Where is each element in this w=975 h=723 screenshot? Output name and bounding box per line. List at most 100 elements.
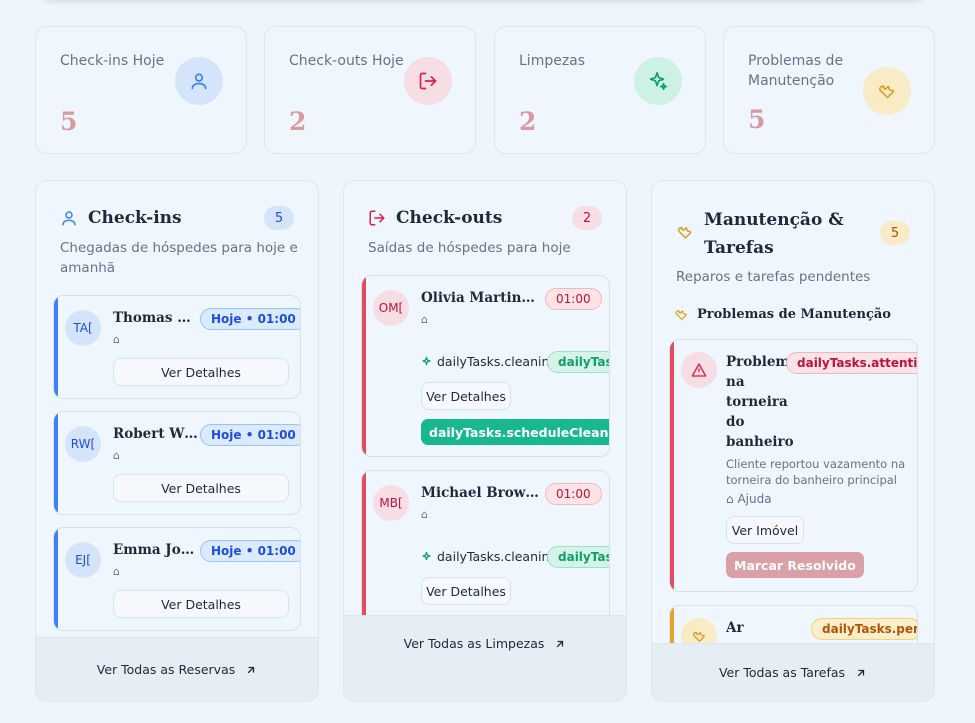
stat-card-cleanings: Limpezas 2: [494, 26, 706, 154]
footer-link-label: Ver Todas as Tarefas: [718, 665, 846, 680]
stat-label: Check-ins Hoje: [60, 53, 165, 69]
stat-label: Problemas de Manutenção: [748, 53, 844, 89]
panel-subtitle: Reparos e tarefas pendentes: [676, 269, 871, 285]
schedule-cleaning-button[interactable]: dailyTasks.scheduleClean: [421, 419, 609, 445]
home-icon: ⌂: [113, 565, 120, 578]
issue-title: Ar: [726, 620, 744, 636]
panel-header: Manutenção & Tarefas: [676, 206, 844, 262]
stat-card-maintenance: Problemas de Manutenção 5: [723, 26, 935, 154]
wrench-icon: [674, 307, 689, 322]
task-status-badge: dailyTask: [547, 546, 609, 568]
stat-value: 5: [748, 105, 766, 134]
arrow-up-right-icon: [554, 638, 566, 650]
home-icon: ⌂: [421, 313, 428, 326]
cleaning-task: dailyTasks.cleaning: [421, 549, 557, 564]
view-details-button[interactable]: Ver Detalhes: [421, 577, 511, 605]
task-status-badge: dailyTask: [547, 351, 609, 373]
alert-triangle-icon: [681, 352, 717, 388]
count-badge: 5: [264, 206, 294, 230]
time-badge: 01:00: [545, 483, 602, 505]
task-label: dailyTasks.cleaning: [437, 354, 558, 369]
panel-header: Check-ins: [60, 208, 182, 228]
issue-description: Cliente reportou vazamento na torneira d…: [726, 457, 906, 487]
view-all-cleanings-link[interactable]: Ver Todas as Limpezas: [344, 615, 626, 701]
panel-subtitle: Saídas de hóspedes para hoje: [368, 240, 571, 256]
panel-title-line: Tarefas: [704, 238, 774, 258]
footer-link-label: Ver Todas as Limpezas: [403, 636, 545, 651]
pending-badge: dailyTasks.pendi: [811, 618, 917, 640]
sparkles-icon: [421, 551, 433, 563]
count-badge: 2: [572, 206, 602, 230]
issue-title-line: na: [726, 374, 745, 390]
section-header: Problemas de Manutenção: [674, 307, 891, 322]
guest-name: Olivia Martinez [...: [421, 290, 543, 306]
panel-title: Manutenção & Tarefas: [704, 206, 844, 262]
arrow-up-right-icon: [245, 664, 257, 676]
panel-subtitle: Chegadas de hóspedes para hoje e amanhã: [60, 240, 298, 276]
view-all-tasks-link[interactable]: Ver Todas as Tarefas: [652, 643, 934, 701]
user-icon: [175, 57, 223, 105]
checkins-panel: Check-ins 5 Chegadas de hóspedes para ho…: [35, 180, 319, 702]
maintenance-issue-card[interactable]: Problema na torneira do banheiro dailyTa…: [669, 339, 918, 592]
arrow-up-right-icon: [855, 667, 867, 679]
checkin-card[interactable]: TA[ Thomas An... Hoje • 01:00 ⌂ Ver Deta…: [53, 295, 301, 399]
property-name: Ajuda: [737, 492, 772, 506]
sparkles-icon: [421, 356, 433, 368]
checkin-card[interactable]: EJ[ Emma John... Hoje • 01:00 ⌂ Ver Deta…: [53, 527, 301, 631]
arrival-badge: Hoje • 01:00: [200, 424, 300, 446]
stat-value: 2: [289, 107, 307, 136]
checkin-card[interactable]: RW[ Robert Wils... Hoje • 01:00 ⌂ Ver De…: [53, 411, 301, 515]
checkout-card[interactable]: MB[ Michael Brown [... 01:00 ⌂ dailyTask…: [361, 470, 610, 630]
stat-value: 5: [60, 107, 78, 136]
avatar: RW[: [65, 426, 101, 462]
footer-link-label: Ver Todas as Reservas: [96, 662, 236, 677]
view-details-button[interactable]: Ver Detalhes: [113, 474, 289, 502]
avatar: OM[: [373, 290, 409, 326]
cleaning-task: dailyTasks.cleaning: [421, 354, 557, 369]
home-icon: ⌂: [421, 508, 428, 521]
stat-card-checkins: Check-ins Hoje 5: [35, 26, 247, 154]
panel-header: Check-outs: [368, 208, 502, 228]
view-details-button[interactable]: Ver Detalhes: [421, 382, 511, 410]
avatar: MB[: [373, 485, 409, 521]
arrival-badge: Hoje • 01:00: [200, 540, 300, 562]
user-icon: [60, 209, 78, 227]
home-icon: ⌂: [113, 333, 120, 346]
stat-label: Check-outs Hoje: [289, 53, 404, 69]
logout-icon: [404, 57, 452, 105]
property-info: ⌂ Ajuda: [726, 492, 772, 506]
section-title: Problemas de Manutenção: [697, 307, 891, 322]
guest-name: Michael Brown [...: [421, 485, 543, 501]
stat-card-checkouts: Check-outs Hoje 2: [264, 26, 476, 154]
issue-title-line: banheiro: [726, 434, 794, 450]
panel-title: Check-outs: [396, 208, 503, 228]
logout-icon: [368, 209, 386, 227]
view-property-button[interactable]: Ver Imóvel: [726, 516, 804, 544]
arrival-badge: Hoje • 01:00: [200, 308, 300, 330]
issue-title-line: torneira: [726, 394, 788, 410]
wrench-icon: [863, 67, 911, 115]
stat-label: Limpezas: [519, 53, 586, 69]
maintenance-panel: Manutenção & Tarefas 5 Reparos e tarefas…: [651, 180, 935, 702]
home-icon: ⌂: [113, 449, 120, 462]
guest-name: Emma John...: [113, 542, 199, 558]
avatar: TA[: [65, 310, 101, 346]
view-details-button[interactable]: Ver Detalhes: [113, 590, 289, 618]
checkout-card[interactable]: OM[ Olivia Martinez [... 01:00 ⌂ dailyTa…: [361, 275, 610, 457]
guest-name: Thomas An...: [113, 310, 199, 326]
count-badge: 5: [880, 221, 910, 245]
panel-title: Check-ins: [88, 208, 182, 228]
avatar: EJ[: [65, 542, 101, 578]
home-icon: ⌂: [726, 492, 734, 506]
sparkles-icon: [634, 57, 682, 105]
issue-title-line: do: [726, 414, 745, 430]
mark-resolved-button[interactable]: Marcar Resolvido: [726, 552, 864, 578]
guest-name: Robert Wils...: [113, 426, 199, 442]
view-all-reservations-link[interactable]: Ver Todas as Reservas: [36, 637, 318, 701]
time-badge: 01:00: [545, 288, 602, 310]
checkouts-panel: Check-outs 2 Saídas de hóspedes para hoj…: [343, 180, 627, 702]
wrench-icon: [676, 223, 694, 241]
stat-value: 2: [519, 107, 537, 136]
attention-badge: dailyTasks.attentionS: [786, 352, 917, 374]
view-details-button[interactable]: Ver Detalhes: [113, 358, 289, 386]
